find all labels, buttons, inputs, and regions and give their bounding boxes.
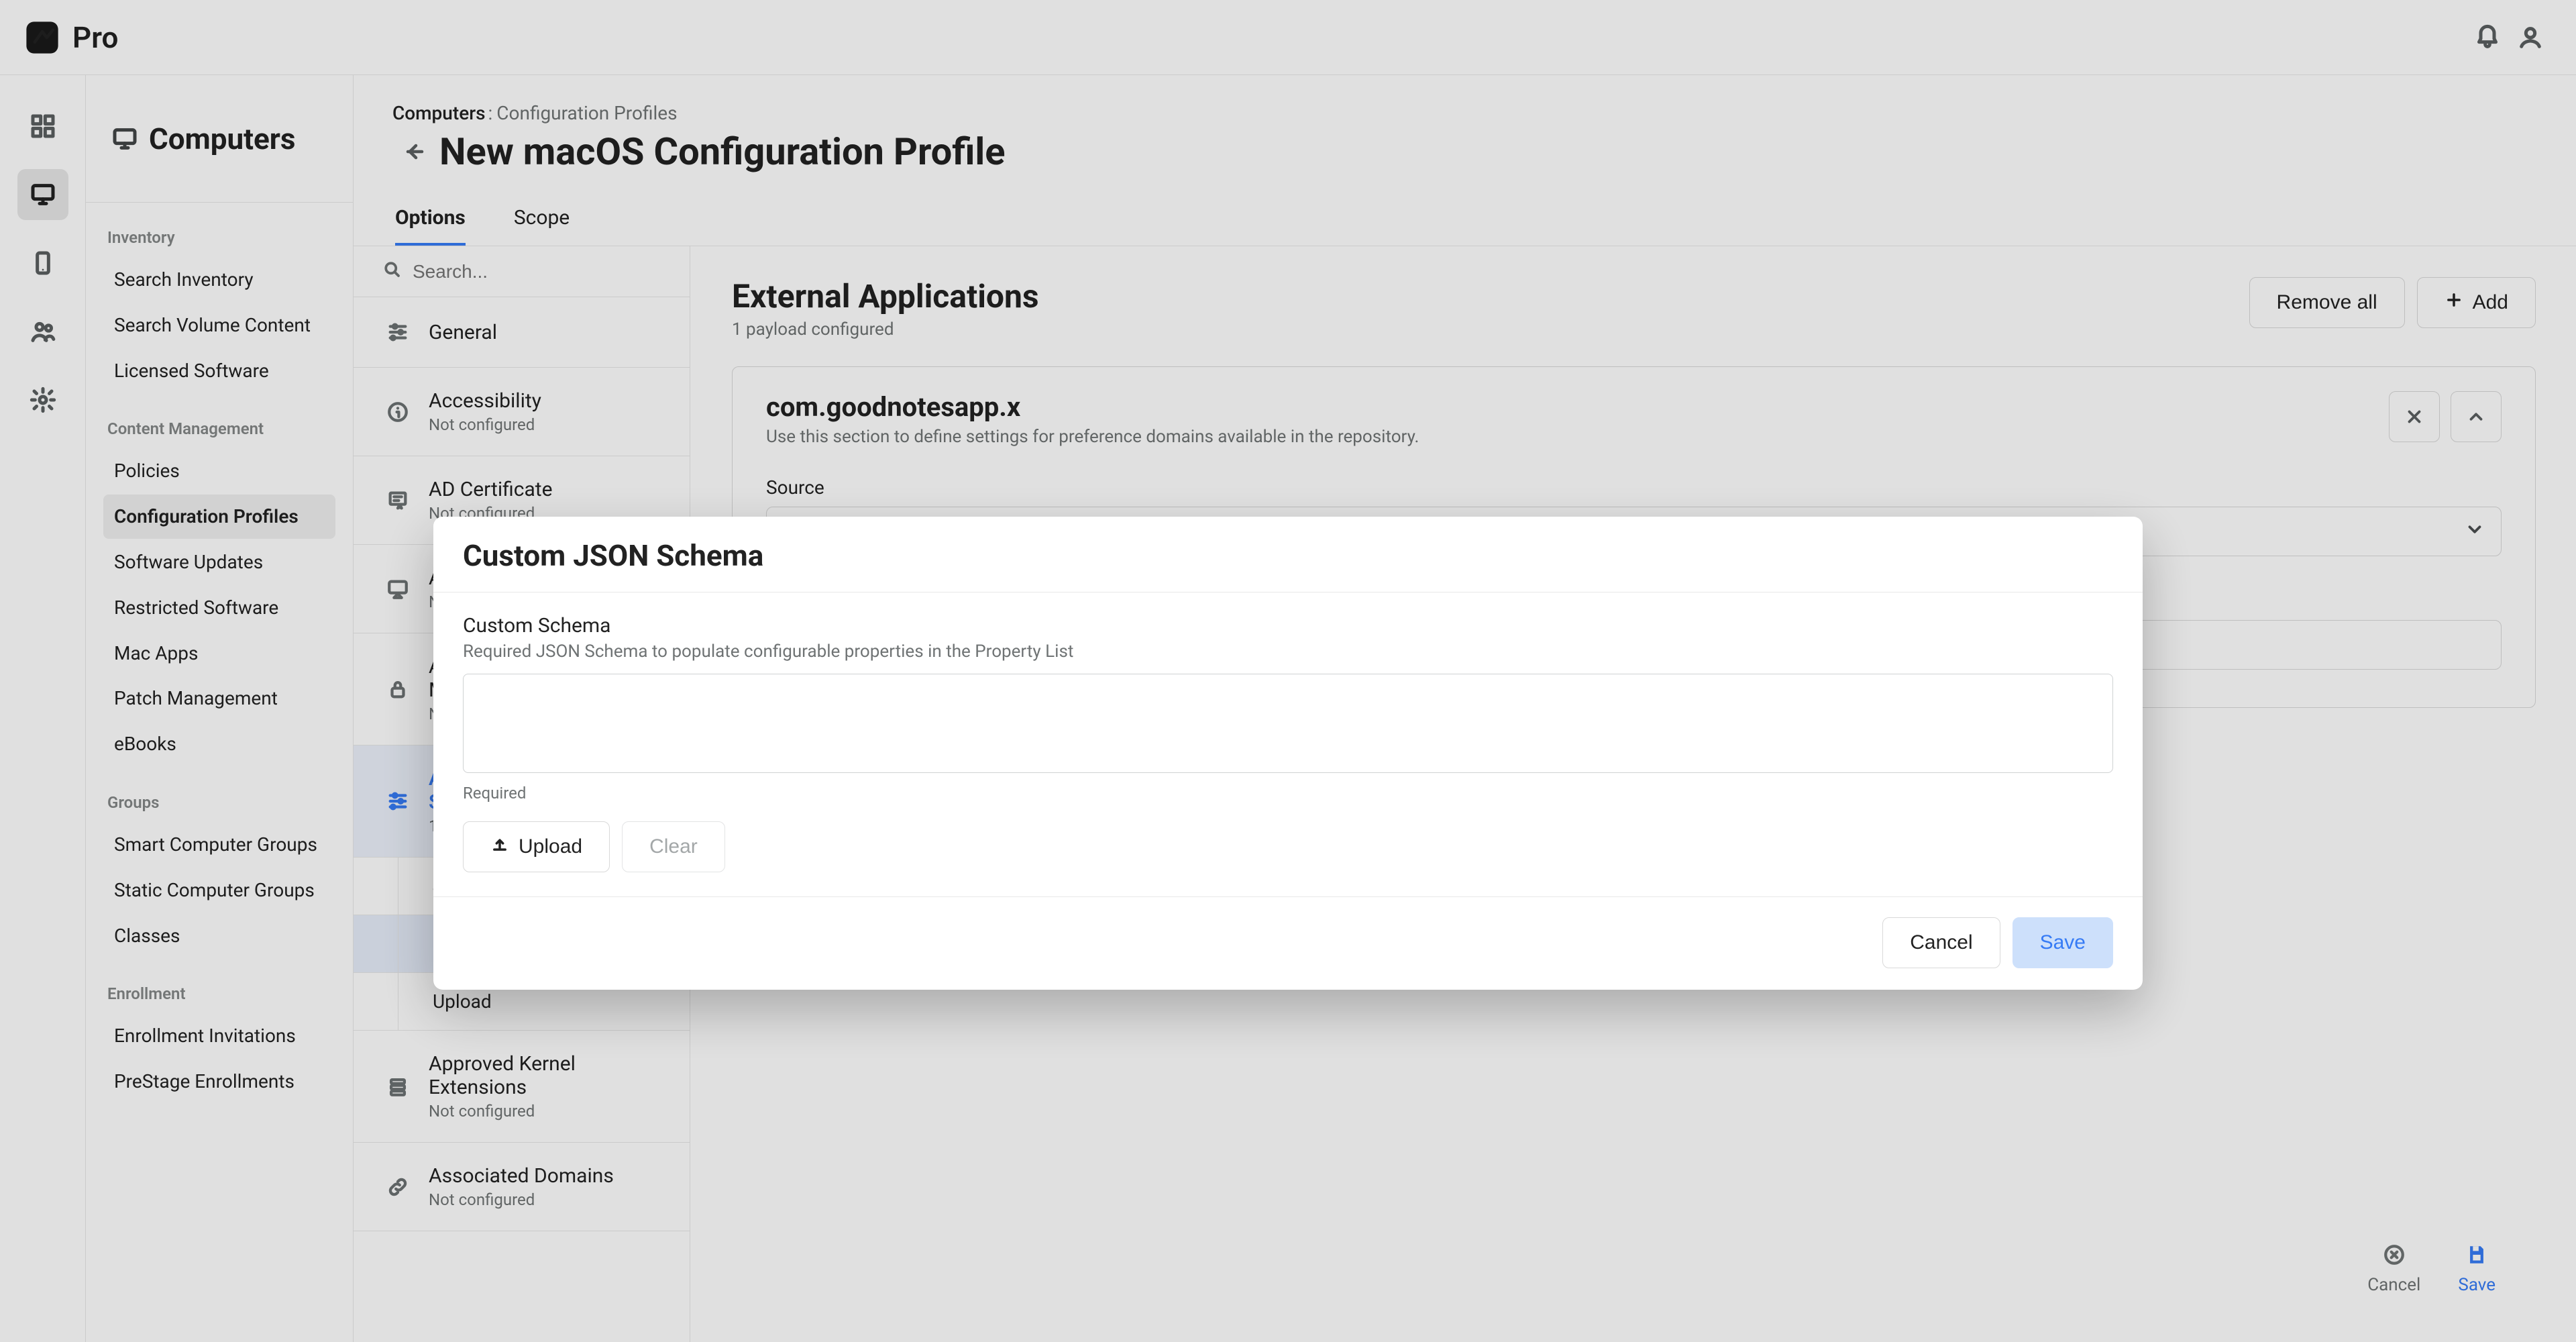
- custom-json-schema-modal: Custom JSON Schema Custom Schema Require…: [433, 517, 2143, 990]
- modal-cancel-button[interactable]: Cancel: [1882, 917, 2000, 968]
- modal-field-help: Required JSON Schema to populate configu…: [463, 641, 2113, 662]
- custom-schema-textarea[interactable]: [463, 674, 2113, 773]
- modal-overlay[interactable]: Custom JSON Schema Custom Schema Require…: [0, 0, 2576, 1342]
- modal-clear-button[interactable]: Clear: [622, 821, 725, 872]
- modal-body: Custom Schema Required JSON Schema to po…: [433, 592, 2143, 896]
- modal-upload-label: Upload: [519, 835, 582, 858]
- modal-title: Custom JSON Schema: [463, 538, 2113, 573]
- upload-icon: [490, 835, 509, 859]
- modal-field-label: Custom Schema: [463, 614, 2113, 637]
- modal-required-hint: Required: [463, 784, 2113, 803]
- modal-upload-button[interactable]: Upload: [463, 821, 610, 872]
- modal-footer: Cancel Save: [433, 896, 2143, 990]
- modal-save-button[interactable]: Save: [2012, 917, 2113, 968]
- modal-header: Custom JSON Schema: [433, 517, 2143, 592]
